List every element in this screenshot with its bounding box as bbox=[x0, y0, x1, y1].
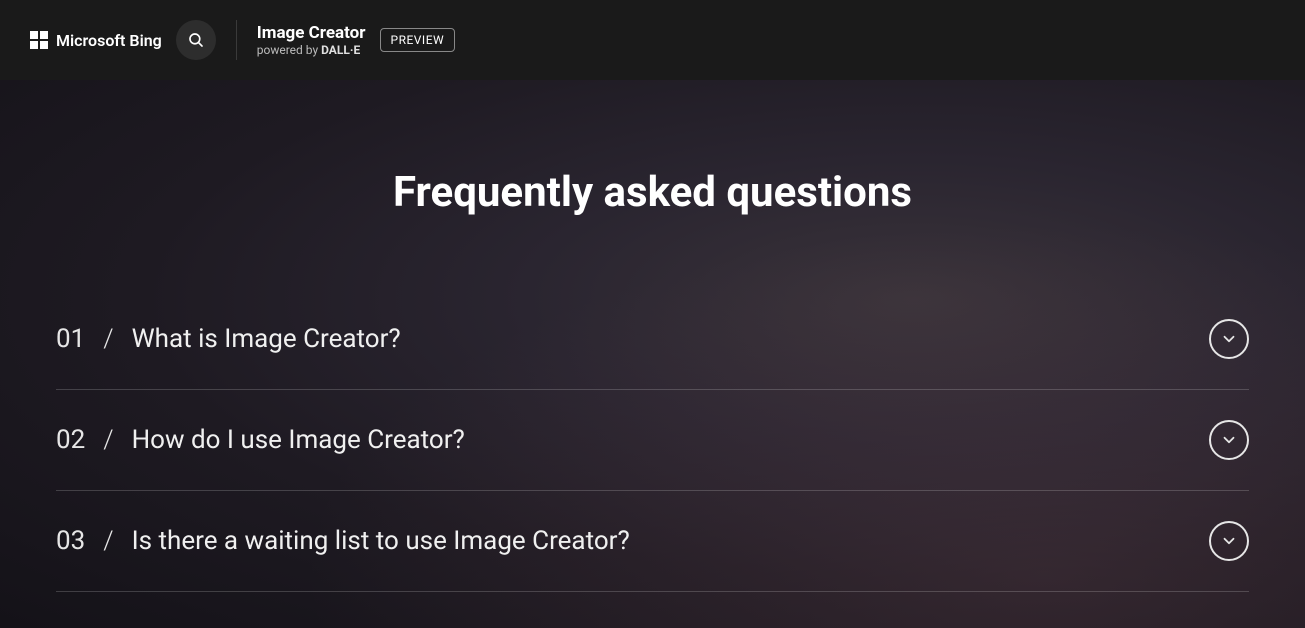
product-subtitle: powered by DALL·E bbox=[257, 43, 366, 57]
product-group[interactable]: Image Creator powered by DALL·E PREVIEW bbox=[257, 23, 455, 58]
page-title: Frequently asked questions bbox=[56, 80, 1249, 289]
preview-badge: PREVIEW bbox=[380, 28, 456, 52]
search-icon bbox=[187, 31, 205, 49]
product-text: Image Creator powered by DALL·E bbox=[257, 23, 366, 58]
main-content: Frequently asked questions 01 / What is … bbox=[0, 80, 1305, 628]
faq-question: Is there a waiting list to use Image Cre… bbox=[132, 526, 630, 556]
faq-item[interactable]: 02 / How do I use Image Creator? bbox=[56, 390, 1249, 491]
faq-question: What is Image Creator? bbox=[132, 324, 401, 354]
product-sub-prefix: powered by bbox=[257, 43, 321, 57]
chevron-down-icon bbox=[1220, 532, 1238, 550]
product-title: Image Creator bbox=[257, 23, 366, 43]
faq-number: 01 bbox=[56, 324, 85, 354]
faq-question: How do I use Image Creator? bbox=[132, 425, 465, 455]
faq-item[interactable]: 01 / What is Image Creator? bbox=[56, 289, 1249, 390]
brand-text: Microsoft Bing bbox=[56, 31, 162, 50]
faq-number: 03 bbox=[56, 526, 85, 556]
faq-separator: / bbox=[103, 425, 113, 455]
brand-logo-group[interactable]: Microsoft Bing bbox=[30, 31, 162, 50]
faq-item[interactable]: 03 / Is there a waiting list to use Imag… bbox=[56, 491, 1249, 592]
faq-item-header: 03 / Is there a waiting list to use Imag… bbox=[56, 526, 630, 556]
faq-separator: / bbox=[103, 324, 113, 354]
faq-item-header: 01 / What is Image Creator? bbox=[56, 324, 401, 354]
expand-button[interactable] bbox=[1209, 521, 1249, 561]
expand-button[interactable] bbox=[1209, 420, 1249, 460]
faq-number: 02 bbox=[56, 425, 85, 455]
expand-button[interactable] bbox=[1209, 319, 1249, 359]
chevron-down-icon bbox=[1220, 431, 1238, 449]
vertical-divider bbox=[236, 20, 237, 60]
search-button[interactable] bbox=[176, 20, 216, 60]
microsoft-logo-icon bbox=[30, 31, 48, 49]
faq-separator: / bbox=[103, 526, 113, 556]
product-sub-brand: DALL·E bbox=[321, 43, 360, 57]
faq-list: 01 / What is Image Creator? 02 / How do … bbox=[56, 289, 1249, 592]
header: Microsoft Bing Image Creator powered by … bbox=[0, 0, 1305, 80]
chevron-down-icon bbox=[1220, 330, 1238, 348]
faq-item-header: 02 / How do I use Image Creator? bbox=[56, 425, 465, 455]
